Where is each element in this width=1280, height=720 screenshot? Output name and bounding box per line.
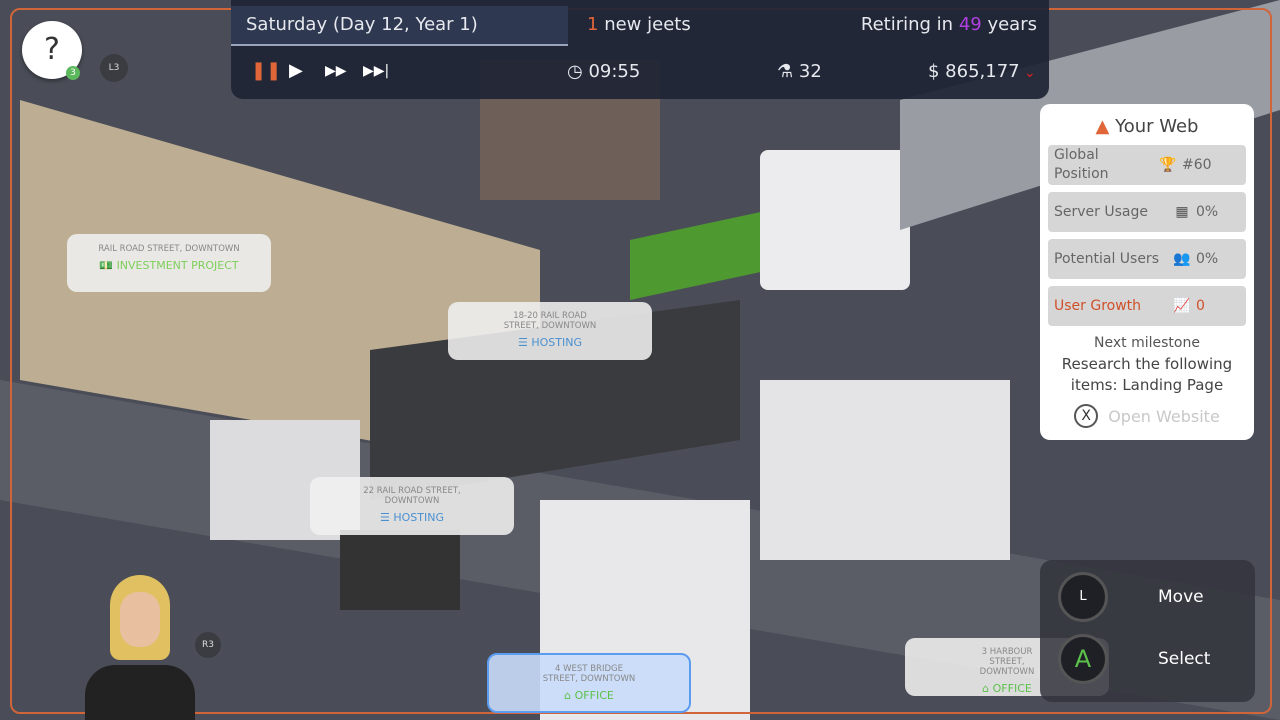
research-points: ⚗ 32 xyxy=(777,61,822,82)
potential-users-row: Potential Users 👥 0% xyxy=(1048,239,1246,279)
clock: ◷ 09:55 xyxy=(567,61,640,82)
flask-icon: ⚗ xyxy=(777,61,794,82)
web-icon: ▲ xyxy=(1095,116,1110,137)
top-bar: Saturday (Day 12, Year 1) 1 new jeets Re… xyxy=(231,0,1049,99)
tag-kind: HOSTING xyxy=(531,336,582,349)
milestone-text: Research the following items: Landing Pa… xyxy=(1061,355,1233,394)
row-value: 0% xyxy=(1196,251,1219,267)
retiring-suffix: years xyxy=(987,14,1037,35)
tag-address: RAIL ROAD STREET, DOWNTOWN xyxy=(98,244,240,254)
money-icon: 💵 xyxy=(99,259,114,272)
controller-hints: L Move A Select xyxy=(1040,560,1255,702)
user-growth-row: User Growth 📈 0 xyxy=(1048,286,1246,326)
house-icon: ⌂ xyxy=(564,689,572,702)
retiring-years: 49 xyxy=(958,14,982,35)
a-button-icon: A xyxy=(1058,634,1108,684)
row-label: Potential Users xyxy=(1054,250,1159,267)
jeets-label: new jeets xyxy=(604,14,691,35)
white-building xyxy=(760,150,910,290)
retiring-prefix: Retiring in xyxy=(860,14,954,35)
x-button-icon: X xyxy=(1074,404,1099,428)
fastest-button[interactable]: ▶▶| xyxy=(363,63,389,79)
money[interactable]: $ 865,177 ⌄ xyxy=(928,61,1036,82)
your-web-panel: ▲ Your Web Global Position 🏆 #60 Server Us… xyxy=(1040,104,1254,440)
server-icon: ☰ xyxy=(379,511,390,524)
date-label: Saturday (Day 12, Year 1) xyxy=(231,6,568,46)
tag-kind: OFFICE xyxy=(992,682,1032,695)
tag-address: 4 WEST BRIDGE STREET, DOWNTOWN xyxy=(542,664,636,684)
money-value: $ 865,177 xyxy=(928,61,1020,82)
location-tag-selected[interactable]: 4 WEST BRIDGE STREET, DOWNTOWN ⌂ OFFICE xyxy=(487,653,691,713)
l3-button-hint: L3 xyxy=(100,54,128,82)
global-position-row: Global Position 🏆 #60 xyxy=(1048,145,1246,185)
row-label: Global Position xyxy=(1054,147,1109,182)
help-badge: 3 xyxy=(66,66,80,80)
chart-icon: 📈 xyxy=(1173,298,1191,314)
pause-button[interactable]: ❚❚ xyxy=(251,60,281,81)
open-website-button[interactable]: X Open Website xyxy=(1048,404,1246,428)
tag-address: 18-20 RAIL ROAD STREET, DOWNTOWN xyxy=(503,311,597,331)
clock-time: 09:55 xyxy=(588,61,641,82)
panel-title: Your Web xyxy=(1115,116,1199,137)
clock-icon: ◷ xyxy=(567,61,583,82)
row-value: 0 xyxy=(1196,298,1205,314)
open-website-label: Open Website xyxy=(1108,406,1220,426)
research-value: 32 xyxy=(798,61,822,82)
tag-address: 3 HARBOUR STREET, DOWNTOWN xyxy=(979,647,1035,677)
tag-address: 22 RAIL ROAD STREET, DOWNTOWN xyxy=(363,486,461,506)
row-label: Server Usage xyxy=(1054,203,1148,220)
fast-forward-button[interactable]: ▶▶ xyxy=(325,63,347,79)
retiring-info: Retiring in 49 years xyxy=(861,14,1037,35)
milestone-title: Next milestone xyxy=(1094,335,1200,351)
server-icon: ☰ xyxy=(517,336,528,349)
server-building xyxy=(340,530,460,610)
row-value: #60 xyxy=(1182,157,1212,173)
move-label: Move xyxy=(1158,587,1204,607)
location-tag[interactable]: 18-20 RAIL ROAD STREET, DOWNTOWN ☰ HOSTIN… xyxy=(448,302,652,360)
play-button[interactable]: ▶ xyxy=(289,60,303,81)
advisor-avatar[interactable] xyxy=(80,570,200,720)
jeets-count: 1 xyxy=(587,14,599,35)
server-usage-row: Server Usage ▦ 0% xyxy=(1048,192,1246,232)
help-icon: ? xyxy=(44,32,60,67)
row-label: User Growth xyxy=(1054,297,1142,314)
chevron-down-icon: ⌄ xyxy=(1019,65,1036,81)
grid-icon: ▦ xyxy=(1175,204,1189,220)
house-icon: ⌂ xyxy=(982,682,990,695)
l-stick-icon: L xyxy=(1058,572,1108,622)
trophy-icon: 🏆 xyxy=(1159,157,1177,173)
tag-kind: OFFICE xyxy=(574,689,614,702)
row-value: 0% xyxy=(1196,204,1219,220)
location-tag[interactable]: 22 RAIL ROAD STREET, DOWNTOWN ☰ HOSTING xyxy=(310,477,514,535)
r3-button-hint: R3 xyxy=(195,632,221,658)
select-label: Select xyxy=(1158,649,1211,669)
new-jeets[interactable]: 1 new jeets xyxy=(587,14,691,35)
tag-kind: HOSTING xyxy=(393,511,444,524)
location-tag[interactable]: RAIL ROAD STREET, DOWNTOWN 💵 INVESTMENT P… xyxy=(67,234,271,292)
office-building xyxy=(760,380,1010,560)
tag-kind: INVESTMENT PROJECT xyxy=(116,259,239,272)
users-icon: 👥 xyxy=(1173,251,1191,267)
